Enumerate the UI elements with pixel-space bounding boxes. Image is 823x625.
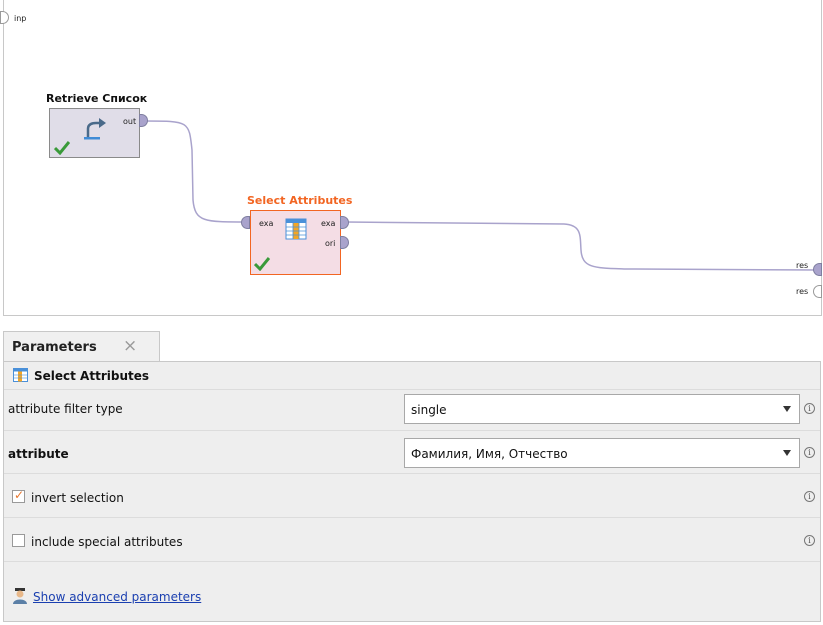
select-in-exa-port[interactable] [241, 216, 250, 229]
tab-parameters-label: Parameters [12, 340, 97, 355]
success-check-icon [254, 257, 270, 271]
select-value: single [411, 403, 447, 417]
info-icon[interactable]: i [804, 535, 815, 546]
select-value: Фамилия, Имя, Отчество [411, 447, 568, 461]
retrieve-operator[interactable]: out [49, 108, 140, 158]
table-icon [285, 218, 307, 240]
process-canvas[interactable]: inp Retrieve Список out Select Attribute… [0, 0, 822, 316]
input-port-label: inp [14, 14, 27, 23]
operator-header: Select Attributes [4, 362, 820, 390]
operator-name: Select Attributes [34, 369, 150, 383]
retrieve-operator-title: Retrieve Список [46, 92, 148, 105]
invert-selection-checkbox[interactable]: ✓ [12, 488, 25, 503]
param-label: attribute filter type [8, 402, 123, 416]
result-port-label-2: res [796, 287, 809, 296]
select-attributes-title: Select Attributes [247, 194, 353, 207]
parameters-panel: Select Attributes attribute filter type … [3, 361, 821, 622]
param-label: invert selection [31, 491, 124, 505]
select-out-ori-label: ori [325, 239, 336, 248]
chevron-down-icon [783, 450, 791, 456]
param-row-include-special: include special attributes i [4, 517, 820, 562]
info-icon[interactable]: i [804, 403, 815, 414]
tab-parameters[interactable]: Parameters × [3, 331, 160, 362]
result-port-1[interactable] [813, 263, 822, 276]
select-attributes-operator[interactable]: exa exa ori [250, 210, 341, 275]
param-label: attribute [8, 447, 69, 461]
attribute-filter-type-select[interactable]: single [404, 394, 800, 424]
retrieve-out-label: out [123, 117, 137, 126]
connection-retrieve-to-select [144, 120, 248, 223]
show-advanced-parameters-link[interactable]: Show advanced parameters [33, 590, 201, 604]
param-row-filter-type: attribute filter type single i [4, 389, 820, 431]
retrieve-icon [84, 118, 106, 140]
chevron-down-icon [783, 406, 791, 412]
include-special-attributes-checkbox[interactable] [12, 534, 25, 547]
result-port-2[interactable] [813, 285, 822, 298]
attribute-select[interactable]: Фамилия, Имя, Отчество [404, 438, 800, 468]
param-row-invert-selection: ✓ invert selection i [4, 473, 820, 518]
select-in-exa-label: exa [259, 219, 274, 228]
connection-select-to-result [345, 221, 820, 271]
info-icon[interactable]: i [804, 447, 815, 458]
info-icon[interactable]: i [804, 491, 815, 502]
success-check-icon [54, 141, 70, 155]
param-label: include special attributes [31, 535, 183, 549]
param-row-attribute: attribute Фамилия, Имя, Отчество i [4, 430, 820, 474]
close-tab-icon[interactable]: × [123, 336, 137, 356]
expert-user-icon [13, 588, 27, 604]
table-icon [13, 368, 28, 382]
checkmark-icon: ✓ [14, 488, 25, 502]
result-port-label-1: res [796, 261, 809, 270]
select-out-exa-label: exa [321, 219, 336, 228]
